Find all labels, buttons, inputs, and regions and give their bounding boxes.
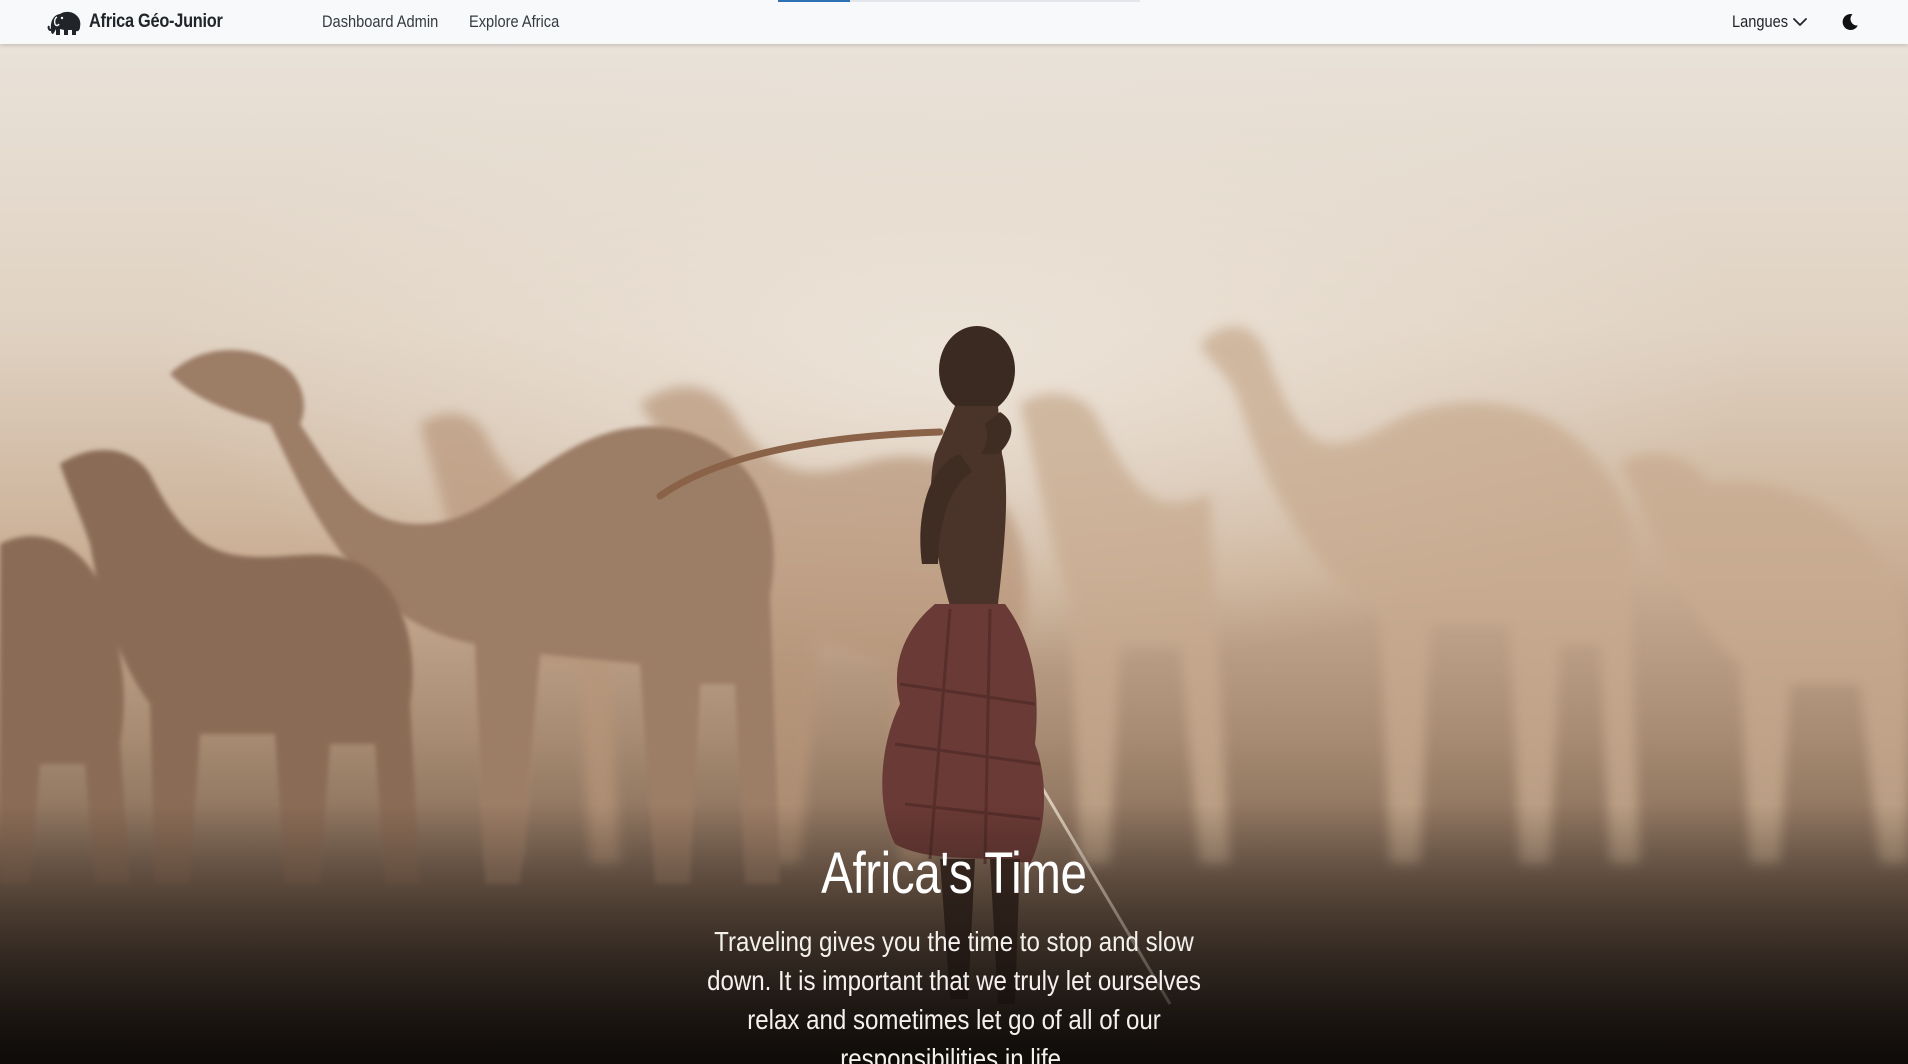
language-dropdown-label: Langues (1732, 12, 1789, 31)
hero-title: Africa's Time (821, 841, 1087, 906)
brand-name: Africa Géo-Junior (89, 11, 223, 32)
language-dropdown[interactable]: Langues (1732, 12, 1808, 32)
moon-icon[interactable] (1840, 12, 1860, 32)
hero-description: Traveling gives you the time to stop and… (707, 925, 1201, 1064)
chevron-down-icon (1793, 18, 1808, 26)
top-navbar: Africa Géo-Junior Dashboard Admin Explor… (0, 0, 1908, 44)
elephant-icon (47, 11, 81, 35)
nav-link-explore-africa[interactable]: Explore Africa (469, 12, 559, 32)
nav-link-dashboard-admin[interactable]: Dashboard Admin (322, 12, 438, 32)
carousel-progress-active (778, 0, 850, 2)
hero-banner: Africa's Time Traveling gives you the ti… (0, 44, 1908, 1064)
carousel-progress-track (778, 0, 1140, 2)
brand-link[interactable]: Africa Géo-Junior (47, 8, 244, 36)
hero-caption: Africa's Time Traveling gives you the ti… (0, 842, 1908, 1064)
